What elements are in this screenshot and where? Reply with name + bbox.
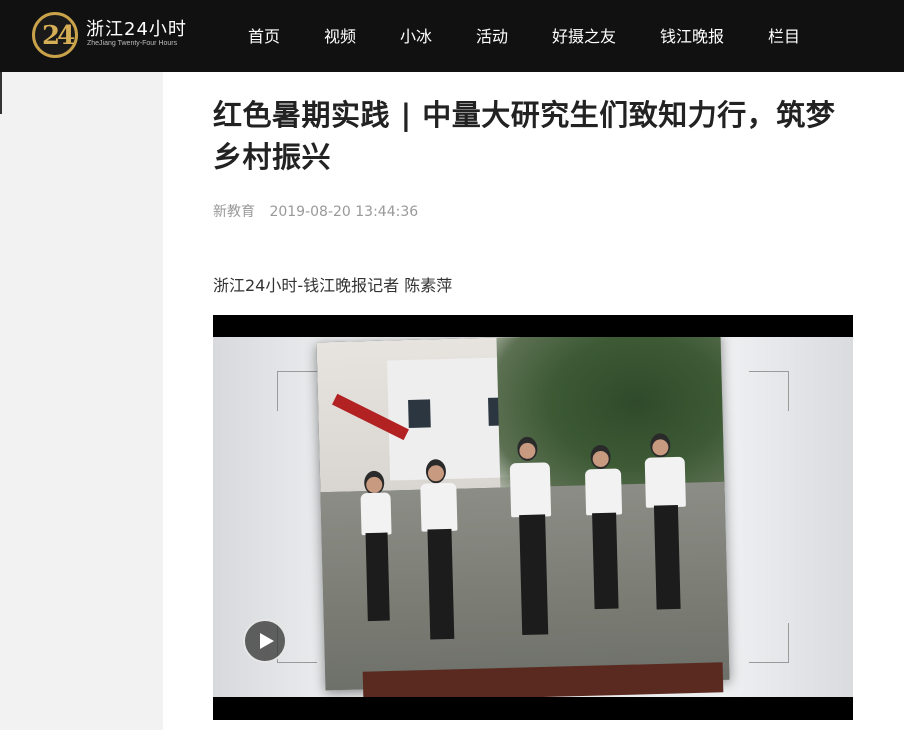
top-navigation-bar: 24 浙江24小时 ZheJiang Twenty-Four Hours 首页 … — [0, 0, 904, 72]
nav-item-events[interactable]: 活动 — [476, 23, 508, 47]
nav-item-photo-friends[interactable]: 好摄之友 — [552, 23, 616, 47]
frame-corner — [277, 371, 317, 411]
logo-subtitle: ZheJiang Twenty-Four Hours — [87, 40, 178, 47]
article-meta: 新教育 2019-08-20 13:44:36 — [213, 201, 418, 221]
left-side-panel — [0, 72, 163, 730]
video-frame — [213, 337, 853, 697]
article-byline: 浙江24小时-钱江晚报记者 陈素萍 — [213, 276, 453, 295]
nav-item-xiaobing[interactable]: 小冰 — [400, 23, 432, 47]
play-icon — [260, 633, 274, 649]
left-panel-marker — [0, 72, 2, 114]
nav-item-video[interactable]: 视频 — [324, 23, 356, 47]
article-title: 红色暑期实践 | 中量大研究生们致知力行，筑梦乡村振兴 — [213, 98, 836, 174]
nav-item-home[interactable]: 首页 — [248, 23, 280, 47]
site-logo[interactable]: 24 浙江24小时 ZheJiang Twenty-Four Hours — [32, 12, 192, 58]
article-category[interactable]: 新教育 — [213, 204, 255, 220]
video-thumbnail-photo — [316, 337, 730, 691]
video-player[interactable] — [213, 315, 853, 720]
logo-title: 浙江24小时 — [86, 19, 187, 40]
frame-corner — [749, 623, 789, 663]
article-timestamp: 2019-08-20 13:44:36 — [269, 204, 419, 220]
frame-corner — [749, 371, 789, 411]
logo-mark-text: 24 — [42, 21, 75, 51]
play-button[interactable] — [243, 619, 287, 663]
nav-item-columns[interactable]: 栏目 — [768, 23, 800, 47]
nav-item-qianjiang-evening-news[interactable]: 钱江晚报 — [660, 23, 724, 47]
logo-mark: 24 — [32, 12, 78, 58]
